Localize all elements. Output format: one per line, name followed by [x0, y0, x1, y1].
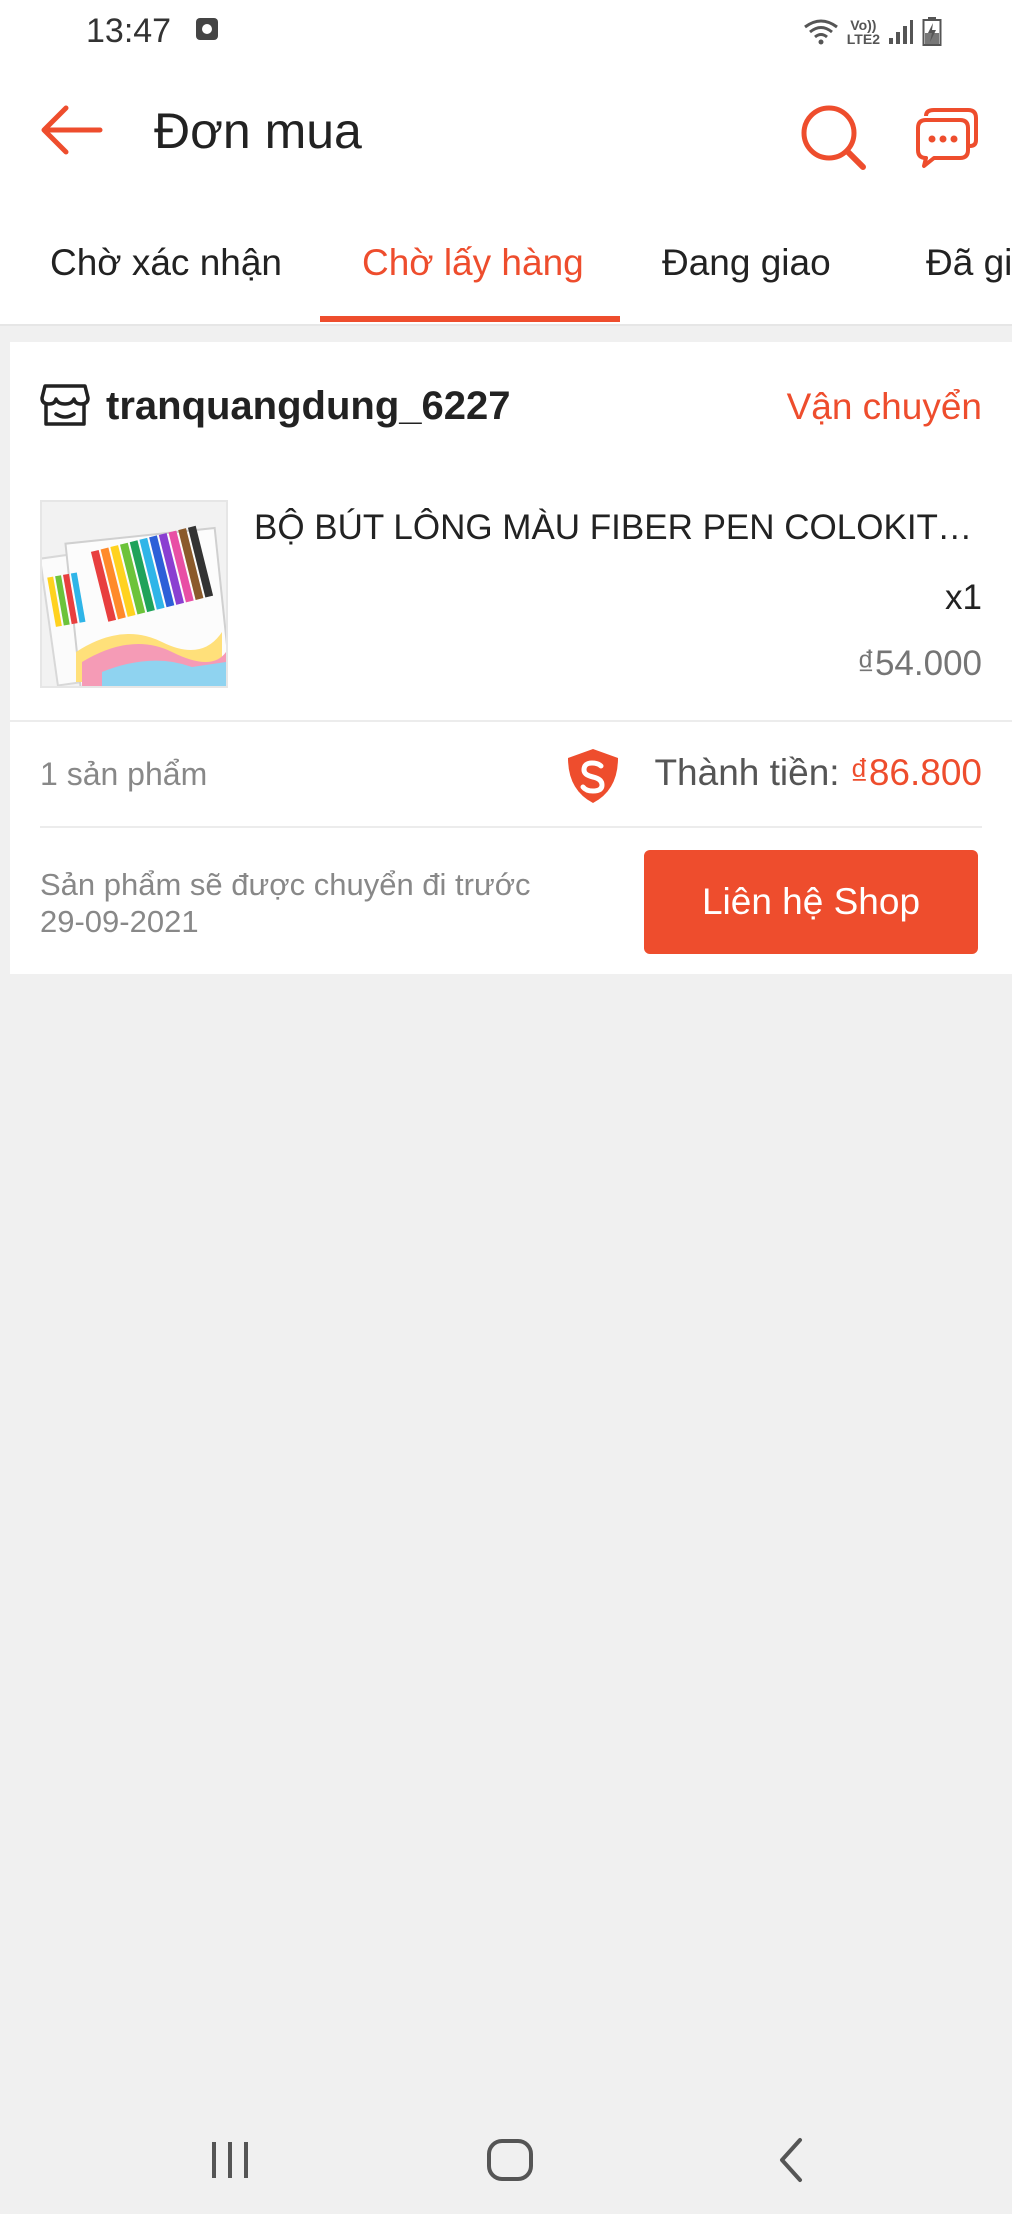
- tab-cho-xac-nhan[interactable]: Chờ xác nhận: [50, 242, 282, 284]
- product-quantity: x1: [945, 578, 982, 617]
- shipping-note-date: 29-09-2021: [40, 904, 199, 939]
- tab-dang-giao[interactable]: Đang giao: [662, 242, 831, 284]
- shop-name[interactable]: tranquangdung_6227: [106, 384, 511, 429]
- volte-indicator: Vo)) LTE2: [847, 18, 880, 46]
- total-label: Thành tiền:: [654, 752, 850, 793]
- screen-record-icon: [196, 18, 218, 40]
- product-name[interactable]: BỘ BÚT LÔNG MÀU FIBER PEN COLOKIT FP-C03: [254, 508, 974, 548]
- chat-icon[interactable]: [912, 106, 982, 170]
- screen: 13:47 Vo)) LTE2 Đơn mua Chờ xác nhận Chờ…: [0, 0, 1012, 2214]
- page-title: Đơn mua: [154, 103, 362, 159]
- nav-back-icon[interactable]: [776, 2136, 806, 2184]
- battery-icon: [922, 17, 942, 46]
- shipping-note-text: Sản phẩm sẽ được chuyển đi trước: [40, 867, 531, 902]
- home-icon[interactable]: [486, 2138, 534, 2182]
- marker-pen-set-image: [42, 502, 226, 686]
- tab-da-giao[interactable]: Đã giao: [926, 242, 1012, 284]
- order-status-label: Vận chuyển: [786, 386, 982, 427]
- status-time: 13:47: [86, 12, 172, 50]
- system-nav-bar: [0, 2100, 1012, 2214]
- shop-icon: [40, 384, 90, 426]
- contact-shop-button[interactable]: Liên hệ Shop: [644, 850, 978, 954]
- search-icon[interactable]: [798, 102, 868, 172]
- divider: [40, 826, 982, 828]
- total-amount: ₫86.800: [849, 752, 982, 793]
- back-arrow-icon[interactable]: [38, 102, 104, 158]
- product-price: ₫54.000: [856, 644, 982, 683]
- recent-apps-icon[interactable]: [208, 2140, 252, 2180]
- app-bar: Đơn mua: [0, 62, 1012, 212]
- item-count: 1 sản phẩm: [40, 756, 208, 792]
- shipping-note: Sản phẩm sẽ được chuyển đi trước 29-09-2…: [40, 866, 600, 940]
- order-total: Thành tiền: ₫86.800: [654, 752, 982, 794]
- order-card[interactable]: tranquangdung_6227 Vận chuyển BỘ BÚT LÔN…: [10, 342, 1012, 974]
- wifi-icon: [803, 19, 838, 45]
- signal-icon: [889, 20, 913, 44]
- lte-label: LTE2: [846, 31, 880, 47]
- active-tab-indicator: [320, 316, 620, 322]
- product-image[interactable]: [40, 500, 228, 688]
- status-bar: 13:47 Vo)) LTE2: [0, 0, 1012, 62]
- status-icons: Vo)) LTE2: [803, 12, 942, 52]
- divider: [10, 720, 1012, 722]
- tab-cho-lay-hang[interactable]: Chờ lấy hàng: [362, 242, 584, 284]
- screen-edge: [1012, 0, 1024, 2214]
- shopee-guarantee-shield-icon: [568, 749, 618, 803]
- volte-label: Vo)): [850, 17, 877, 33]
- order-status-tabs: Chờ xác nhận Chờ lấy hàng Đang giao Đã g…: [0, 212, 1012, 326]
